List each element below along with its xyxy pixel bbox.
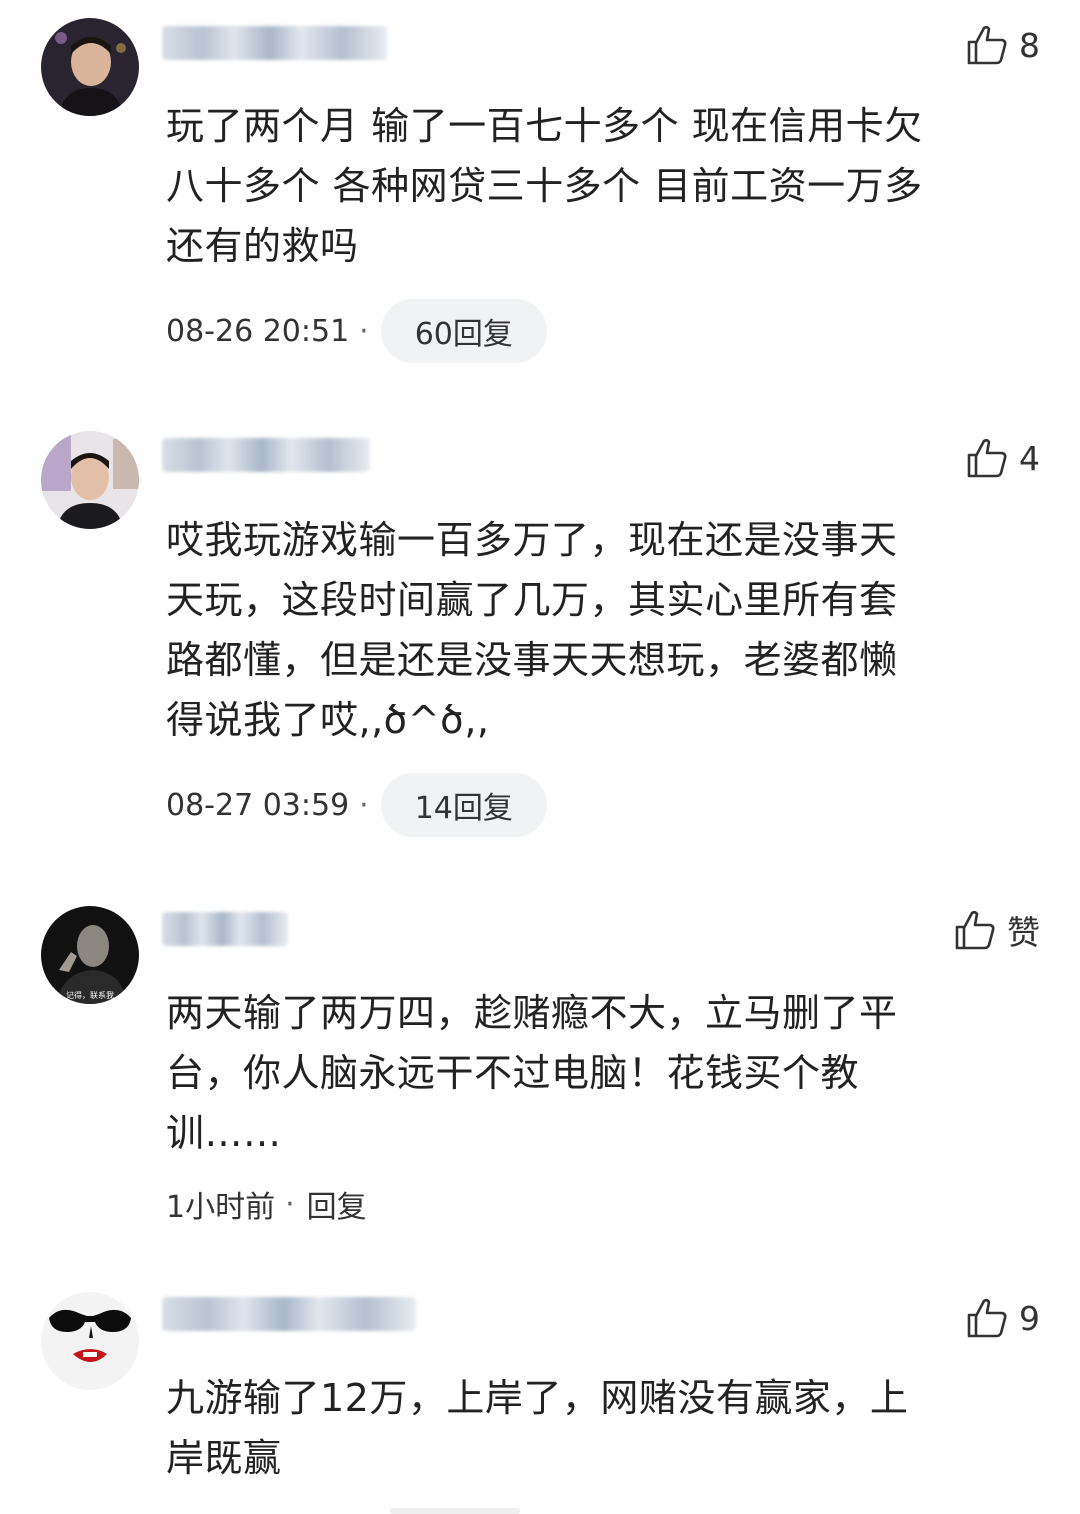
username-blurred[interactable] bbox=[162, 438, 370, 472]
reply-button[interactable]: 回复 bbox=[307, 1182, 367, 1226]
like-count: 9 bbox=[1019, 1298, 1040, 1338]
username-blurred[interactable] bbox=[162, 912, 288, 946]
like-button[interactable]: 8 bbox=[965, 22, 1040, 68]
like-button[interactable]: 9 bbox=[965, 1295, 1040, 1341]
comment-text: 九游输了12万，上岸了，网赌没有赢家，上 岸既赢 bbox=[166, 1376, 909, 1480]
like-label: 赞 bbox=[1007, 913, 1040, 952]
separator-dot: · bbox=[285, 1186, 295, 1222]
separator-dot: · bbox=[359, 787, 369, 823]
thumbs-up-icon bbox=[967, 1298, 1007, 1338]
comment-meta: 1小时前 · 回复 bbox=[166, 1172, 367, 1236]
thumbs-up-icon bbox=[955, 910, 995, 950]
reply-count-button[interactable]: 14回复 bbox=[380, 773, 547, 837]
avatar-caption: 记得，联系我 bbox=[66, 990, 114, 1000]
comment-meta: 08-27 03:59 · 14回复 bbox=[166, 773, 547, 837]
reply-count-button[interactable]: 60回复 bbox=[380, 299, 547, 363]
username-blurred[interactable] bbox=[162, 26, 387, 60]
thumbs-up-icon bbox=[967, 438, 1007, 478]
like-button[interactable]: 4 bbox=[965, 435, 1040, 481]
thumbs-up-icon bbox=[967, 25, 1007, 65]
comment-time: 08-27 03:59 bbox=[166, 787, 350, 823]
avatar[interactable] bbox=[41, 1292, 139, 1390]
avatar[interactable]: 记得，联系我 bbox=[41, 906, 139, 1004]
comment-meta: 08-26 20:51 · 60回复 bbox=[166, 299, 547, 363]
separator-dot: · bbox=[359, 313, 369, 349]
like-button[interactable]: 赞 bbox=[953, 907, 1040, 953]
comment-text: 哎我玩游戏输一百多万了，现在还是没事天 天玩，这段时间赢了几万，其实心里所有套 … bbox=[166, 518, 898, 742]
comment-text: 玩了两个月 输了一百七十多个 现在信用卡欠 八十多个 各种网贷三十多个 目前工资… bbox=[166, 104, 923, 268]
avatar[interactable] bbox=[41, 18, 139, 116]
username-blurred[interactable] bbox=[162, 1297, 416, 1331]
comment-time: 08-26 20:51 bbox=[166, 313, 350, 349]
comment-time: 1小时前 bbox=[166, 1190, 276, 1225]
avatar[interactable] bbox=[41, 431, 139, 529]
comment-text: 两天输了两万四，趁赌瘾不大，立马删了平 台，你人脑永远干不过电脑！花钱买个教 训… bbox=[166, 991, 898, 1155]
like-count: 8 bbox=[1019, 25, 1040, 65]
scroll-indicator bbox=[390, 1508, 520, 1514]
like-count: 4 bbox=[1019, 438, 1040, 478]
